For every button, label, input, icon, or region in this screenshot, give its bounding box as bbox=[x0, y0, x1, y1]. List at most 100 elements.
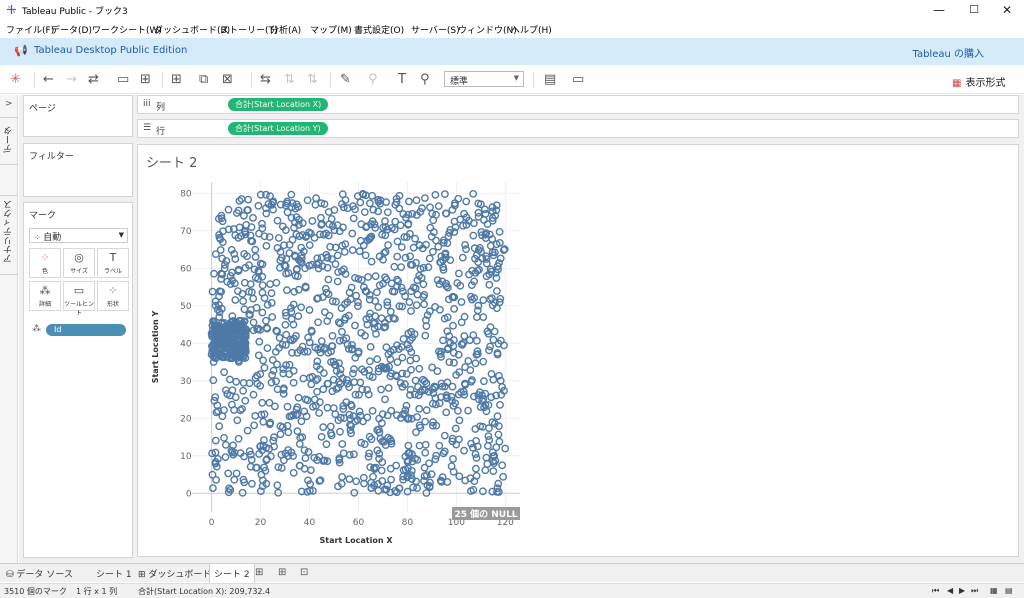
scatter-point[interactable] bbox=[472, 313, 481, 322]
duplicate-sheet-icon[interactable]: ⧉ bbox=[199, 72, 208, 88]
scatter-plot[interactable]: 010203040506070800 20 40 60 80 100 120Start Lo… bbox=[138, 145, 1018, 556]
grid-view-icon[interactable]: ▦ bbox=[990, 586, 998, 595]
scatter-point[interactable] bbox=[425, 254, 434, 263]
scatter-point[interactable] bbox=[397, 243, 406, 252]
scatter-point[interactable] bbox=[308, 217, 317, 225]
analytics-tab[interactable]: アナリティクス bbox=[0, 195, 18, 275]
scatter-point[interactable] bbox=[377, 385, 386, 394]
scatter-point[interactable] bbox=[258, 219, 266, 228]
scatter-point[interactable] bbox=[415, 364, 424, 373]
scatter-point[interactable] bbox=[251, 245, 260, 254]
highlight-icon[interactable]: ✎ bbox=[340, 72, 351, 88]
columns-pill[interactable]: 合計(Start Location X) bbox=[228, 98, 329, 111]
scatter-point[interactable] bbox=[480, 205, 489, 214]
mark-type-select[interactable]: ⁘ 自動 ▼ bbox=[29, 228, 128, 243]
prev-tab-icon[interactable]: ◀ bbox=[947, 586, 953, 595]
scatter-point[interactable] bbox=[313, 387, 321, 396]
scatter-point[interactable] bbox=[287, 190, 296, 199]
scatter-point[interactable] bbox=[365, 357, 374, 366]
show-mark-labels-icon[interactable]: T bbox=[398, 72, 406, 88]
scatter-point[interactable] bbox=[373, 355, 382, 364]
scatter-point[interactable] bbox=[464, 406, 472, 415]
scatter-point[interactable] bbox=[386, 307, 395, 316]
scatter-point[interactable] bbox=[387, 475, 396, 484]
scatter-point[interactable] bbox=[396, 221, 405, 230]
scatter-point[interactable] bbox=[489, 467, 498, 475]
scatter-point[interactable] bbox=[208, 287, 217, 296]
menu-window[interactable]: ウィンドウ(N) bbox=[458, 23, 517, 36]
shape-button[interactable]: ⁘ 形状 bbox=[97, 281, 129, 311]
scatter-point[interactable] bbox=[348, 229, 357, 238]
scatter-point[interactable] bbox=[440, 431, 449, 440]
sheet1-tab[interactable]: シート 1 bbox=[96, 567, 132, 580]
scatter-point[interactable] bbox=[310, 395, 319, 404]
scatter-point[interactable] bbox=[479, 357, 488, 366]
scatter-point[interactable] bbox=[421, 331, 430, 340]
scatter-point[interactable] bbox=[208, 470, 217, 479]
scatter-point[interactable] bbox=[447, 462, 456, 471]
scatter-point[interactable] bbox=[231, 296, 240, 304]
scatter-point[interactable] bbox=[361, 251, 370, 260]
scatter-point[interactable] bbox=[431, 191, 440, 199]
scatter-point[interactable] bbox=[484, 424, 493, 433]
scatter-point[interactable] bbox=[351, 321, 359, 330]
scatter-point[interactable] bbox=[496, 400, 504, 409]
data-tab[interactable]: データ bbox=[0, 117, 18, 165]
scatter-point[interactable] bbox=[471, 359, 480, 368]
rows-pill[interactable]: 合計(Start Location Y) bbox=[228, 122, 328, 135]
scatter-point[interactable] bbox=[255, 337, 264, 346]
scatter-point[interactable] bbox=[368, 406, 377, 415]
scatter-point[interactable] bbox=[460, 332, 469, 340]
scatter-point[interactable] bbox=[486, 242, 495, 250]
scatter-point[interactable] bbox=[220, 433, 228, 442]
show-me-button[interactable]: ▦ 表示形式 bbox=[952, 74, 1005, 89]
scatter-point[interactable] bbox=[420, 194, 429, 202]
scatter-point[interactable] bbox=[384, 241, 393, 250]
scatter-point[interactable] bbox=[215, 422, 224, 431]
tableau-home-icon[interactable]: ✳ bbox=[10, 72, 21, 88]
id-field-pill[interactable]: Id bbox=[46, 324, 126, 336]
scatter-point[interactable] bbox=[266, 192, 274, 201]
replace-data-source-icon[interactable]: ⇄ bbox=[88, 72, 99, 88]
collapse-arrow-icon[interactable]: > bbox=[5, 99, 13, 109]
menu-worksheet[interactable]: ワークシート(W) bbox=[92, 23, 162, 36]
scatter-point[interactable] bbox=[422, 406, 431, 415]
scatter-point[interactable] bbox=[239, 386, 248, 395]
scatter-point[interactable] bbox=[211, 436, 220, 445]
scatter-point[interactable] bbox=[319, 423, 328, 431]
scatter-point[interactable] bbox=[328, 331, 337, 340]
scatter-point[interactable] bbox=[360, 208, 369, 216]
scatter-point[interactable] bbox=[310, 234, 319, 242]
scatter-point[interactable] bbox=[428, 209, 437, 218]
scatter-point[interactable] bbox=[449, 454, 457, 463]
scatter-point[interactable] bbox=[495, 437, 504, 446]
scatter-point[interactable] bbox=[494, 430, 503, 439]
scatter-point[interactable] bbox=[282, 286, 291, 295]
scatter-point[interactable] bbox=[421, 448, 430, 457]
scatter-point[interactable] bbox=[495, 228, 504, 236]
scatter-point[interactable] bbox=[421, 440, 430, 449]
scatter-point[interactable] bbox=[460, 446, 468, 455]
undo-icon[interactable]: ← bbox=[43, 72, 54, 88]
scatter-point[interactable] bbox=[466, 366, 475, 375]
scatter-point[interactable] bbox=[415, 441, 424, 450]
close-button[interactable]: ✕ bbox=[990, 0, 1024, 20]
scatter-point[interactable] bbox=[420, 463, 429, 472]
scatter-point[interactable] bbox=[387, 406, 396, 415]
scatter-point[interactable] bbox=[276, 430, 285, 439]
scatter-point[interactable] bbox=[381, 395, 389, 404]
rows-shelf[interactable]: ☰ 行 合計(Start Location Y) bbox=[137, 119, 1019, 138]
scatter-point[interactable] bbox=[324, 290, 333, 299]
scatter-point[interactable] bbox=[453, 406, 462, 415]
scatter-point[interactable] bbox=[469, 331, 478, 340]
scatter-point[interactable] bbox=[457, 318, 466, 327]
scatter-point[interactable] bbox=[407, 307, 415, 315]
scatter-point[interactable] bbox=[462, 245, 470, 254]
scatter-point[interactable] bbox=[224, 469, 233, 478]
scatter-point[interactable] bbox=[268, 313, 277, 321]
scatter-point[interactable] bbox=[260, 363, 269, 372]
scatter-point[interactable] bbox=[471, 464, 480, 473]
scatter-point[interactable] bbox=[485, 346, 493, 355]
scatter-point[interactable] bbox=[251, 253, 260, 261]
scatter-point[interactable] bbox=[250, 421, 259, 430]
